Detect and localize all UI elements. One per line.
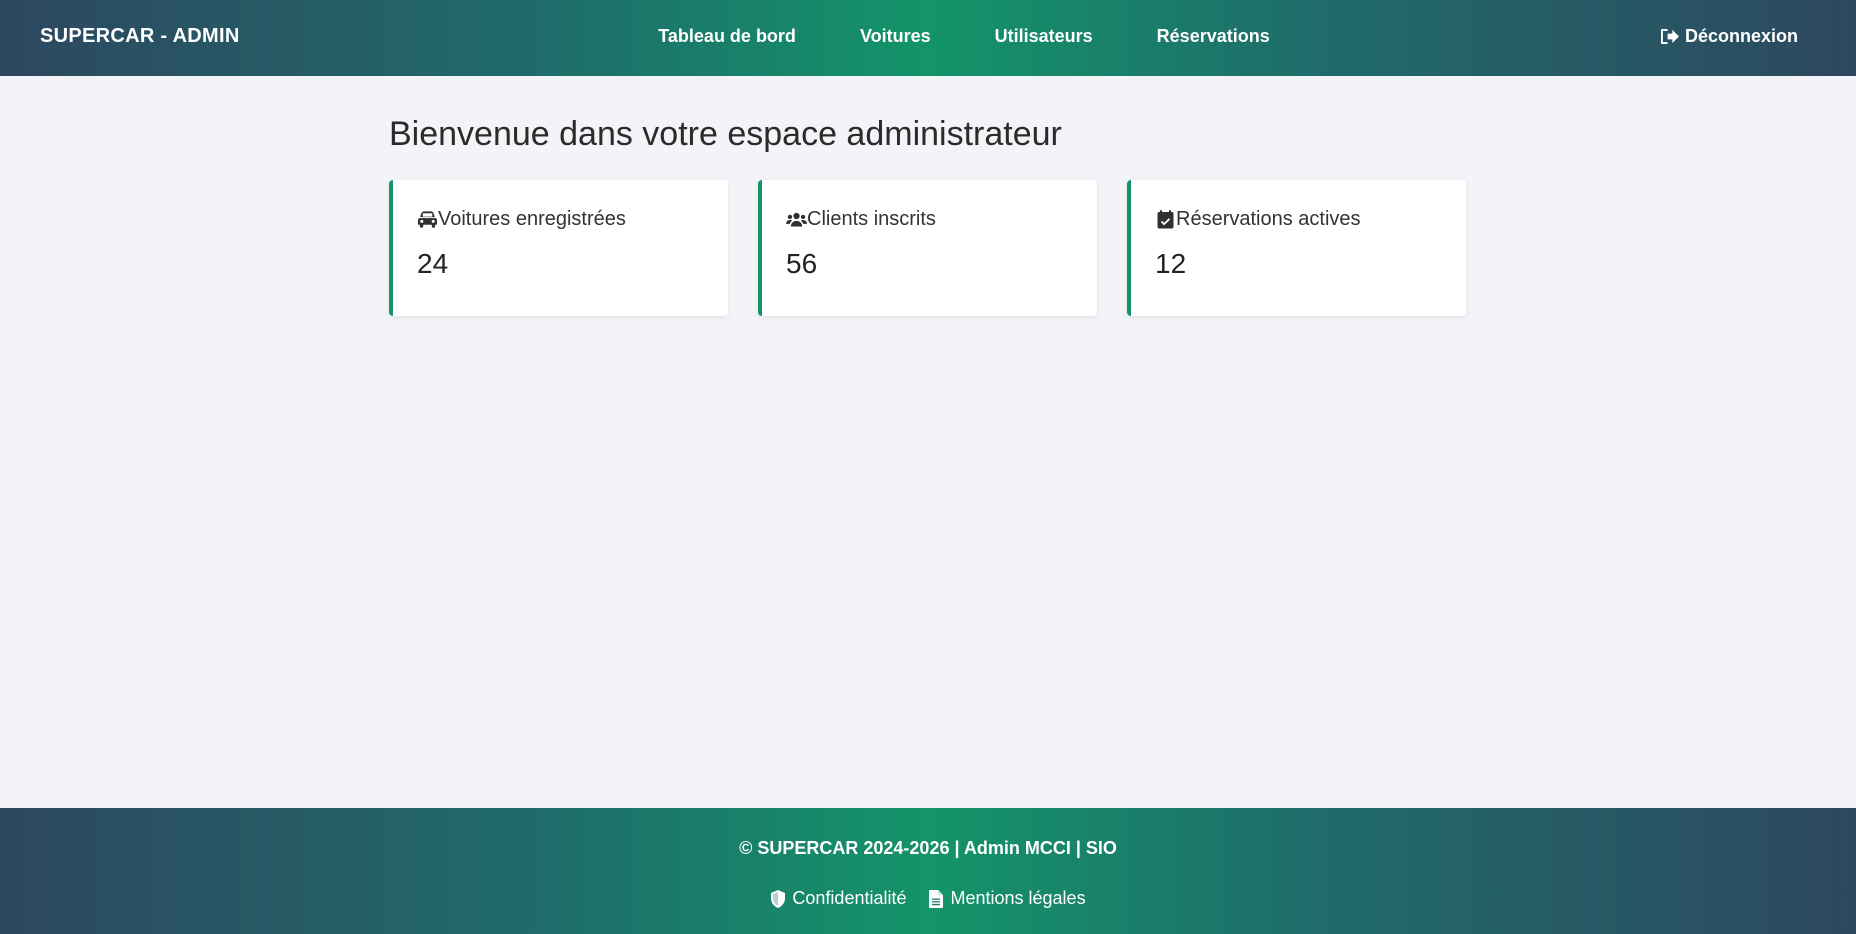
privacy-link-label: Confidentialité <box>792 888 907 908</box>
calendar-check-icon <box>1157 209 1174 228</box>
footer-copyright: © SUPERCAR 2024-2026 | Admin MCCI | SIO <box>739 838 1117 858</box>
card-value: 24 <box>417 248 449 279</box>
page-footer: © SUPERCAR 2024-2026 | Admin MCCI | SIO … <box>0 808 1856 934</box>
footer-links: Confidentialité Mentions légales <box>0 888 1856 909</box>
legal-notice-link[interactable]: Mentions légales <box>928 888 1086 909</box>
privacy-link[interactable]: Confidentialité <box>770 888 906 909</box>
shield-icon <box>771 889 786 908</box>
nav-link-cars[interactable]: Voitures <box>828 26 963 47</box>
stats-cards: Voitures enregistrées 24 Clients inscrit… <box>389 180 1467 316</box>
main-nav: Tableau de bord Voitures Utilisateurs Ré… <box>0 0 1856 72</box>
top-navbar: SUPERCAR - ADMIN Tableau de bord Voiture… <box>0 0 1856 76</box>
stat-card-cars: Voitures enregistrées 24 <box>389 180 728 316</box>
stat-card-clients: Clients inscrits 56 <box>758 180 1097 316</box>
card-label: Clients inscrits <box>807 207 936 230</box>
nav-link-reservations[interactable]: Réservations <box>1125 26 1302 47</box>
nav-link-users[interactable]: Utilisateurs <box>963 26 1125 47</box>
logout-label: Déconnexion <box>1684 26 1798 46</box>
legal-notice-link-label: Mentions légales <box>950 888 1086 908</box>
page-title: Bienvenue dans votre espace administrate… <box>389 115 1062 153</box>
card-value: 56 <box>786 248 818 279</box>
card-label: Voitures enregistrées <box>438 207 626 230</box>
users-icon <box>786 212 807 226</box>
card-label: Réservations actives <box>1176 207 1361 230</box>
nav-link-dashboard[interactable]: Tableau de bord <box>626 26 828 47</box>
sign-out-icon <box>1660 28 1679 44</box>
logout-button[interactable]: Déconnexion <box>1660 0 1798 72</box>
card-value: 12 <box>1155 248 1187 279</box>
main-content: Bienvenue dans votre espace administrate… <box>389 110 1467 316</box>
file-icon <box>929 889 944 908</box>
stat-card-reservations: Réservations actives 12 <box>1127 180 1466 316</box>
car-icon <box>417 210 438 228</box>
